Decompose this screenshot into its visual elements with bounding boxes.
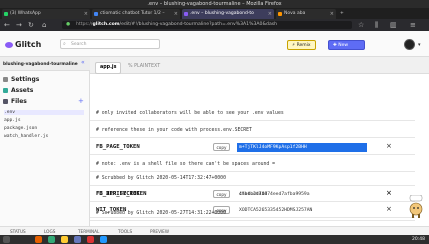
copy-button[interactable]: copy — [213, 143, 230, 151]
menu-icon[interactable]: ≡ — [410, 21, 416, 29]
env-comment: # Scrubbed by Glitch 2020-05-27T14:31:22… — [90, 206, 415, 221]
browser-tab-strip: (3) WhatsApp × ctiomatic chatbot Tutor 1… — [0, 8, 429, 19]
browser-tab-label: .env – blushing-vagabond-to — [190, 11, 254, 16]
remix-button[interactable]: ⚡ Remix — [287, 40, 316, 50]
close-icon[interactable]: × — [84, 9, 88, 19]
url-prefix: https:// — [76, 22, 93, 27]
tools-button[interactable]: TOOLS — [118, 228, 132, 235]
terminal-icon[interactable] — [74, 236, 81, 243]
files-icon[interactable] — [48, 236, 55, 243]
sidebar-item-files[interactable]: Files — [3, 98, 27, 105]
star-icon[interactable]: ☆ — [358, 21, 364, 29]
glitch-fish-icon — [5, 41, 13, 48]
browser-tab-whatsapp[interactable]: (3) WhatsApp × — [2, 9, 90, 19]
user-avatar[interactable] — [404, 39, 415, 50]
library-icon[interactable]: ⫼ — [375, 21, 378, 29]
remix-label: Remix — [296, 43, 311, 48]
file-item-env[interactable]: .env — [4, 110, 84, 115]
reload-icon[interactable]: ↻ — [28, 21, 34, 29]
navigation-bar: ← → ↻ ⌂ ● https://glitch.com/edit/#!/blu… — [0, 19, 429, 31]
os-taskbar: 20:48 — [0, 235, 429, 244]
whatsapp-icon — [4, 12, 8, 16]
file-tabs: app.js % PLAINTEXT — [90, 57, 429, 74]
status-button[interactable]: STATUS — [10, 228, 26, 235]
url-bar[interactable]: ● https://glitch.com/edit/#!/blushing-va… — [62, 21, 352, 29]
search-icon: ⌕ — [63, 41, 66, 47]
firefox-icon — [278, 12, 282, 16]
close-icon[interactable]: × — [330, 9, 334, 19]
sidebar-item-settings[interactable]: Settings — [3, 76, 39, 83]
env-row: FB_APP_SECRET copy 4fbdc2d7bd74eed7afba9… — [90, 187, 415, 202]
add-file-icon[interactable]: + — [78, 97, 84, 105]
browser-tab-label: ctiomatic chatbot Tutor 1/2 – — [100, 11, 165, 16]
clock: 20:48 — [412, 237, 425, 242]
delete-icon[interactable]: × — [386, 142, 392, 150]
env-var-name: FB_PAGE_TOKEN — [96, 144, 140, 150]
browser-tab-label: (3) WhatsApp — [10, 11, 41, 16]
env-row: FB_PAGE_TOKEN copy m+TjTKlJ4oMF9KpAsp1f2… — [90, 140, 415, 155]
firefox-icon[interactable] — [35, 236, 42, 243]
window-title-bar: .env – blushing-vagabond-tourmaline – Mo… — [0, 0, 429, 8]
glitch-favicon-icon — [184, 12, 188, 16]
sidebar-item-assets[interactable]: Assets — [3, 87, 33, 94]
chevron-down-icon[interactable]: ▾ — [418, 42, 421, 48]
tab-app-js[interactable]: app.js — [95, 62, 122, 74]
env-var-value[interactable]: m+TjTKlJ4oMF9KpAsp1f2BHH — [237, 143, 367, 152]
browser-tab-env[interactable]: .env – blushing-vagabond-to × — [182, 9, 274, 19]
gear-icon — [3, 77, 8, 82]
env-var-value[interactable]: 4fbdc2d7bd74eed7afba9959a — [237, 190, 367, 199]
home-icon[interactable]: ⌂ — [42, 21, 46, 29]
browser-tab-label: Nova aba — [284, 11, 306, 16]
env-comment: # only invited collaborators will be abl… — [90, 106, 415, 121]
tab-plaintext[interactable]: % PLAINTEXT — [124, 62, 164, 72]
search-input[interactable]: ⌕ Search — [60, 39, 160, 49]
project-sidebar: blushing-vagabond-tourmaline « Settings … — [0, 57, 90, 226]
logs-button[interactable]: LOGS — [44, 228, 55, 235]
glitch-mascot[interactable] — [408, 195, 424, 219]
lock-icon: ● — [66, 22, 71, 27]
assets-icon — [3, 88, 8, 93]
env-comment: # Scrubbed by Glitch 2020-05-14T17:32:47… — [90, 171, 415, 186]
glitch-logo-text: Glitch — [15, 40, 42, 49]
new-project-button[interactable]: ✚ New — [328, 40, 365, 50]
forward-arrow-icon[interactable]: → — [16, 21, 22, 29]
env-var-name: FB_APP_SECRET — [96, 191, 140, 197]
browser-tab-chatbot-tutor[interactable]: ctiomatic chatbot Tutor 1/2 – × — [92, 9, 180, 19]
app-icon[interactable] — [100, 236, 107, 243]
close-icon[interactable]: × — [174, 9, 178, 19]
glitch-logo[interactable]: Glitch — [5, 40, 41, 49]
project-header[interactable]: blushing-vagabond-tourmaline « — [0, 57, 90, 71]
copy-button[interactable]: copy — [213, 190, 230, 198]
close-icon[interactable]: × — [268, 9, 272, 19]
collapse-sidebar-icon[interactable]: « — [81, 59, 85, 66]
sidebar-item-label: Assets — [11, 87, 34, 94]
file-item-app-js[interactable]: app.js — [4, 118, 21, 123]
sidebar-item-label: Settings — [11, 76, 40, 83]
page-icon — [94, 12, 98, 16]
sidebar-item-label: Files — [11, 98, 27, 105]
file-item-watch-handler[interactable]: watch_handler.js — [4, 134, 48, 139]
new-label: New — [338, 43, 349, 48]
url-host: glitch.com — [92, 22, 120, 27]
terminal-button[interactable]: TERMINAL — [78, 228, 99, 235]
sidebar-icon[interactable]: ▥ — [390, 21, 397, 29]
back-arrow-icon[interactable]: ← — [4, 21, 10, 29]
env-comment: # note: .env is a shell file so there ca… — [90, 157, 415, 172]
delete-icon[interactable]: × — [386, 189, 392, 197]
glitch-header: Glitch ⌕ Search ⚡ Remix ✚ New ▾ — [0, 31, 429, 57]
browser-tab-new[interactable]: Nova aba × — [276, 9, 336, 19]
url-path: /edit/#!/blushing-vagabond-tourmaline?pa… — [119, 22, 278, 27]
folder-icon[interactable] — [61, 236, 68, 243]
project-name[interactable]: blushing-vagabond-tourmaline — [3, 62, 78, 67]
file-item-package-json[interactable]: package.json — [4, 126, 37, 131]
status-bar: STATUS LOGS TERMINAL TOOLS PREVIEW — [0, 226, 429, 235]
menu-icon[interactable] — [3, 236, 10, 243]
folder-icon — [3, 99, 8, 104]
search-placeholder: Search — [71, 42, 87, 47]
new-tab-button[interactable]: + — [338, 9, 348, 19]
env-comment: # reference these in your code with proc… — [90, 123, 415, 138]
app-icon[interactable] — [87, 236, 94, 243]
preview-button[interactable]: PREVIEW — [150, 228, 169, 235]
